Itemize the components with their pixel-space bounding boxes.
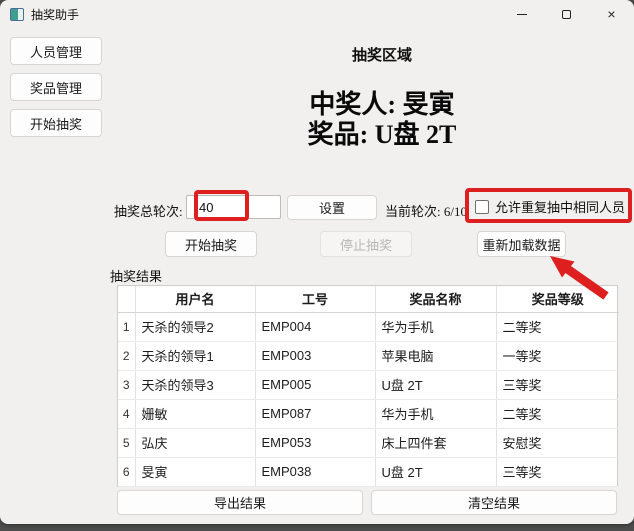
cell-prize: 华为手机 (375, 399, 496, 428)
cell-username: 姗敏 (135, 399, 255, 428)
allow-repeat-row: 允许重复抽中相同人员 (475, 197, 625, 216)
cell-empid: EMP005 (255, 370, 375, 399)
cell-empid: EMP038 (255, 457, 375, 486)
set-button[interactable]: 设置 (287, 195, 377, 220)
cell-username: 天杀的领导2 (135, 312, 255, 341)
cell-rownum: 4 (118, 399, 135, 428)
export-results-button[interactable]: 导出结果 (117, 490, 363, 515)
table-row[interactable]: 1 天杀的领导2 EMP004 华为手机 二等奖 (118, 312, 619, 341)
titlebar: 抽奖助手 × (0, 0, 634, 28)
cell-rownum: 3 (118, 370, 135, 399)
cell-level: 三等奖 (496, 370, 619, 399)
app-window: 抽奖助手 × 人员管理 奖品管理 开始抽奖 抽奖区域 中奖人: 旻寅 奖品: U… (0, 0, 634, 524)
sidebar-item-personnel[interactable]: 人员管理 (10, 37, 102, 65)
results-table-container: 用户名 工号 奖品名称 奖品等级 1 天杀的领导2 EMP004 华为手机 二等… (117, 285, 618, 487)
cell-username: 弘庆 (135, 428, 255, 457)
maximize-icon (562, 10, 571, 19)
clear-results-button[interactable]: 清空结果 (371, 490, 617, 515)
table-row[interactable]: 5 弘庆 EMP053 床上四件套 安慰奖 (118, 428, 619, 457)
table-row[interactable]: 2 天杀的领导1 EMP003 苹果电脑 一等奖 (118, 341, 619, 370)
cell-empid: EMP004 (255, 312, 375, 341)
cell-rownum: 5 (118, 428, 135, 457)
table-row[interactable]: 3 天杀的领导3 EMP005 U盘 2T 三等奖 (118, 370, 619, 399)
window-controls: × (499, 0, 634, 28)
cell-empid: EMP003 (255, 341, 375, 370)
sidebar-item-start-lottery[interactable]: 开始抽奖 (10, 109, 102, 137)
rounds-input[interactable] (186, 195, 281, 219)
minimize-button[interactable] (499, 0, 544, 28)
results-table: 用户名 工号 奖品名称 奖品等级 1 天杀的领导2 EMP004 华为手机 二等… (118, 286, 619, 487)
minimize-icon (517, 14, 527, 15)
app-icon (10, 8, 24, 21)
winner-line: 中奖人: 旻寅 (130, 90, 634, 120)
header-rownum (118, 286, 135, 312)
cell-username: 天杀的领导3 (135, 370, 255, 399)
cell-level: 二等奖 (496, 312, 619, 341)
table-row[interactable]: 4 姗敏 EMP087 华为手机 二等奖 (118, 399, 619, 428)
allow-repeat-label: 允许重复抽中相同人员 (495, 197, 625, 216)
cell-rownum: 1 (118, 312, 135, 341)
cell-username: 天杀的领导1 (135, 341, 255, 370)
close-button[interactable]: × (589, 0, 634, 28)
cell-level: 二等奖 (496, 399, 619, 428)
winner-display: 中奖人: 旻寅 奖品: U盘 2T (130, 90, 634, 150)
cell-prize: U盘 2T (375, 370, 496, 399)
prize-line: 奖品: U盘 2T (130, 120, 634, 150)
cell-level: 一等奖 (496, 341, 619, 370)
close-icon: × (607, 7, 615, 21)
window-title: 抽奖助手 (31, 6, 79, 23)
cell-level: 三等奖 (496, 457, 619, 486)
header-prize: 奖品名称 (375, 286, 496, 312)
cell-empid: EMP053 (255, 428, 375, 457)
cell-prize: 床上四件套 (375, 428, 496, 457)
cell-prize: 华为手机 (375, 312, 496, 341)
cell-rownum: 2 (118, 341, 135, 370)
current-round-label: 当前轮次: 6/10 (385, 201, 467, 220)
rounds-label: 抽奖总轮次: (114, 201, 183, 220)
reload-data-button[interactable]: 重新加载数据 (477, 231, 566, 257)
table-row[interactable]: 6 旻寅 EMP038 U盘 2T 三等奖 (118, 457, 619, 486)
header-level: 奖品等级 (496, 286, 619, 312)
cell-prize: U盘 2T (375, 457, 496, 486)
cell-username: 旻寅 (135, 457, 255, 486)
cell-empid: EMP087 (255, 399, 375, 428)
start-lottery-button[interactable]: 开始抽奖 (165, 231, 257, 257)
results-label: 抽奖结果 (110, 266, 162, 285)
cell-level: 安慰奖 (496, 428, 619, 457)
cell-rownum: 6 (118, 457, 135, 486)
maximize-button[interactable] (544, 0, 589, 28)
sidebar-item-prizes[interactable]: 奖品管理 (10, 73, 102, 101)
cell-prize: 苹果电脑 (375, 341, 496, 370)
section-title: 抽奖区域 (130, 44, 634, 65)
header-empid: 工号 (255, 286, 375, 312)
allow-repeat-checkbox[interactable] (475, 200, 489, 214)
stop-lottery-button: 停止抽奖 (320, 231, 412, 257)
header-username: 用户名 (135, 286, 255, 312)
table-header-row: 用户名 工号 奖品名称 奖品等级 (118, 286, 619, 312)
